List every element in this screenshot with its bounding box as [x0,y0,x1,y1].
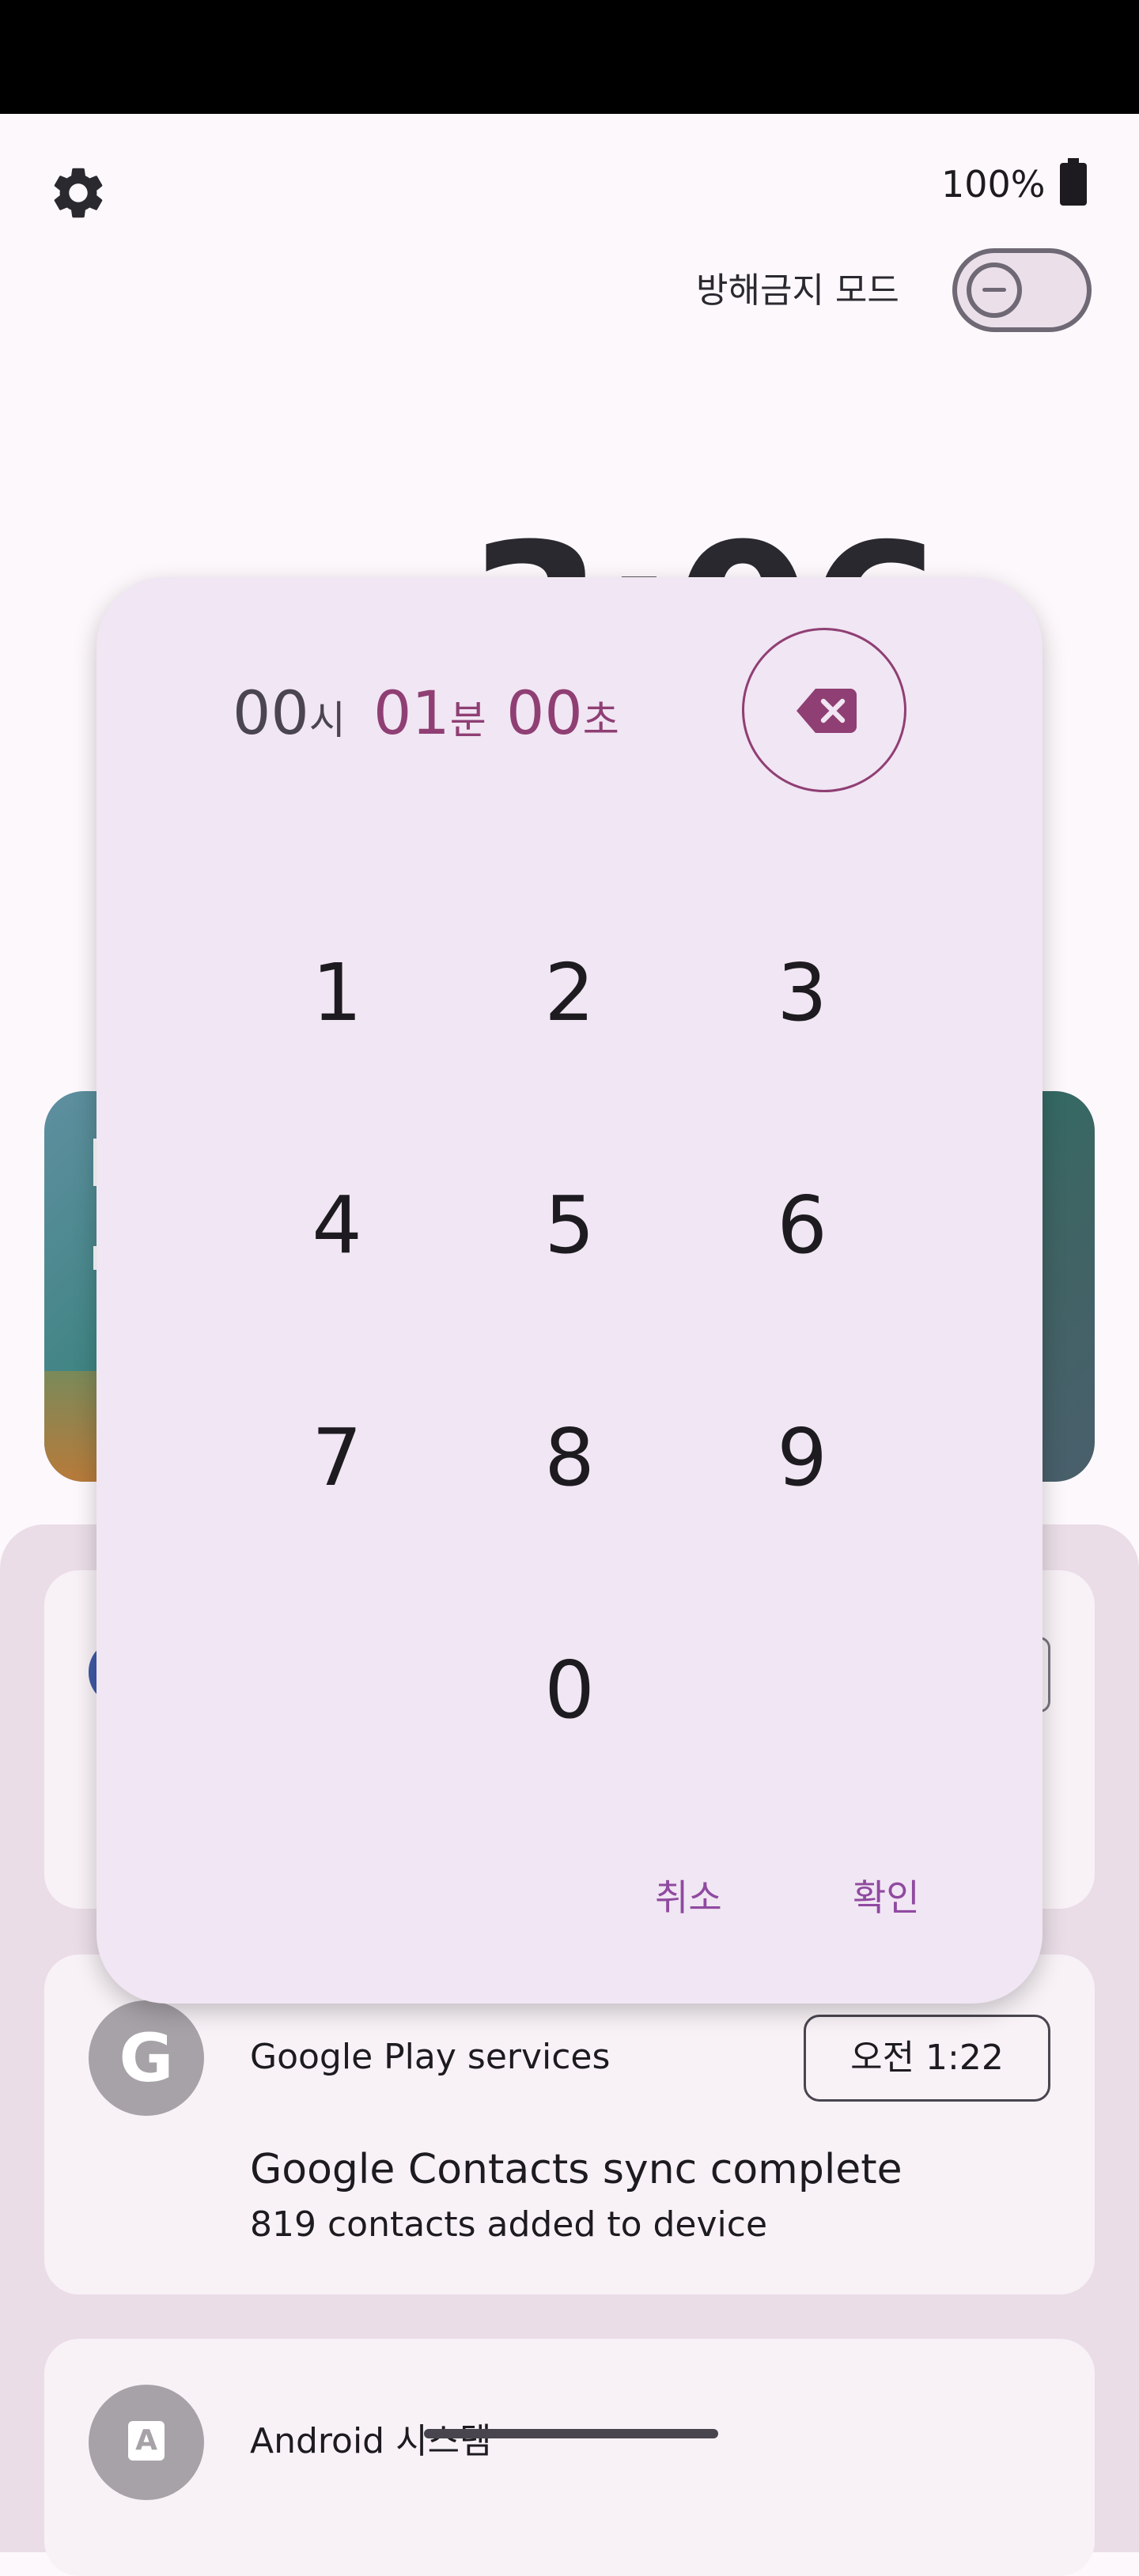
backspace-button[interactable] [742,628,906,792]
notification-app-name: Android 시스템 [250,2421,492,2461]
android-avatar-letter: A [128,2421,165,2461]
dnd-toggle[interactable] [952,248,1092,332]
hours-display: 00시 [233,674,346,760]
keypad-key-4[interactable]: 4 [258,1146,416,1305]
keypad-key-3[interactable]: 3 [723,914,881,1072]
keypad-key-7[interactable]: 7 [258,1379,416,1537]
backspace-icon [797,689,857,733]
android-system-app-icon: A [89,2385,204,2500]
notification-app-name: Google Play services [250,2037,611,2077]
google-app-icon: G [89,2000,204,2116]
seconds-value: 00 [506,678,583,748]
keypad-key-0[interactable]: 0 [490,1611,649,1770]
dnd-toggle-knob-icon [967,263,1022,318]
minutes-unit: 분 [449,697,486,743]
keypad-key-9[interactable]: 9 [723,1379,881,1537]
status-bar [0,0,1139,114]
cancel-button[interactable]: 취소 [655,1874,722,1921]
minutes-value: 01 [373,678,450,748]
dnd-label: 방해금지 모드 [696,270,899,311]
hours-unit: 시 [308,697,346,743]
gear-icon[interactable] [47,162,109,224]
keypad-key-2[interactable]: 2 [490,914,649,1072]
keypad-key-6[interactable]: 6 [723,1146,881,1305]
seconds-display: 00초 [506,674,619,760]
minutes-display: 01분 [373,674,486,760]
keypad-key-1[interactable]: 1 [258,914,416,1072]
ok-button[interactable]: 확인 [853,1874,920,1921]
gesture-navigation-bar[interactable] [424,2429,718,2438]
google-avatar-letter: G [119,2019,174,2097]
notification-time-chip[interactable]: 오전 1:22 [804,2015,1050,2102]
notification-title: Google Contacts sync complete [250,2146,902,2193]
keypad-key-8[interactable]: 8 [490,1379,649,1537]
battery-percent: 100% [941,163,1046,206]
battery-icon [1060,158,1087,206]
timer-input-dialog: 00시 01분 00초 1 2 3 4 5 6 7 8 9 0 취소 확인 [96,577,1043,2004]
keypad-key-5[interactable]: 5 [490,1146,649,1305]
hours-value: 00 [233,678,309,748]
notification-body: 819 contacts added to device [250,2204,768,2245]
seconds-unit: 초 [582,697,619,743]
